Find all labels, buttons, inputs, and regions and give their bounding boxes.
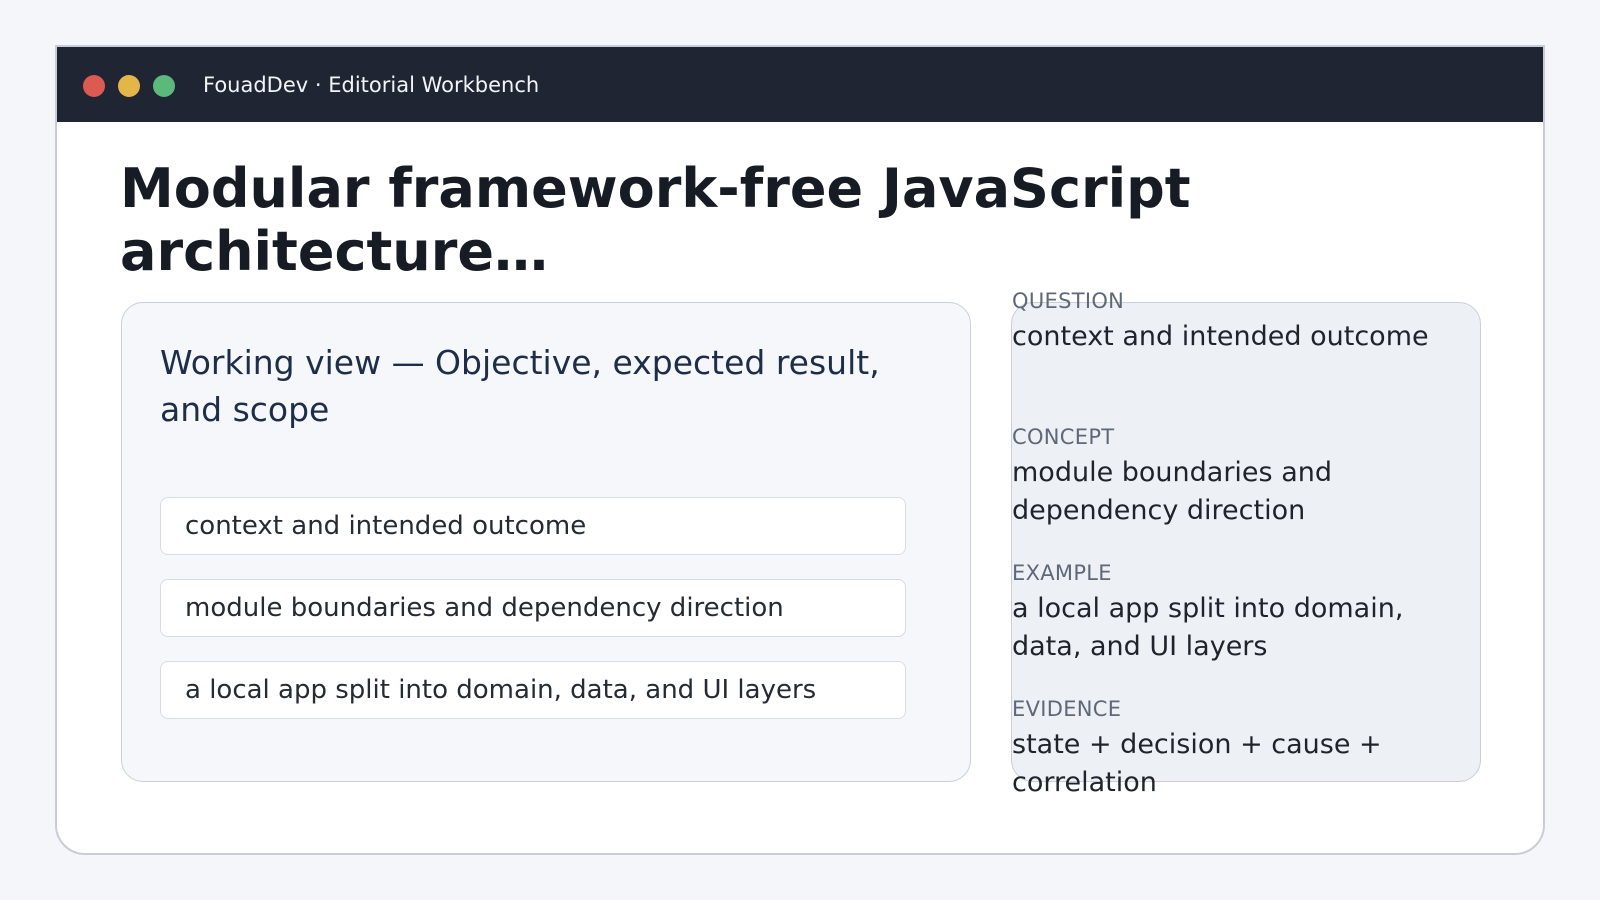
- summary-label: CONCEPT: [1012, 425, 1115, 449]
- maximize-window-button[interactable]: [153, 75, 175, 97]
- working-view-item[interactable]: module boundaries and dependency directi…: [160, 579, 906, 637]
- summary-value: state + decision + cause + correlation: [1012, 729, 1382, 798]
- title-bar: FouadDev · Editorial Workbench: [57, 47, 1543, 122]
- summary-label: EVIDENCE: [1012, 697, 1122, 721]
- summary-item-question: QUESTION context and intended outcome: [1012, 288, 1432, 424]
- working-view-heading: Working view — Objective, expected resul…: [160, 343, 880, 429]
- summary-value: context and intended outcome: [1012, 321, 1429, 352]
- summary-value: a local app split into domain, data, and…: [1012, 593, 1404, 662]
- working-view-card: Working view — Objective, expected resul…: [121, 302, 971, 782]
- summary-list: QUESTION context and intended outcome CO…: [1012, 288, 1432, 832]
- summary-item-evidence: EVIDENCE state + decision + cause + corr…: [1012, 696, 1432, 832]
- summary-value: module boundaries and dependency directi…: [1012, 457, 1332, 526]
- working-view-item[interactable]: context and intended outcome: [160, 497, 906, 555]
- summary-item-example: EXAMPLE a local app split into domain, d…: [1012, 560, 1432, 696]
- summary-item-concept: CONCEPT module boundaries and dependency…: [1012, 424, 1432, 560]
- page-title: Modular framework-free JavaScript archit…: [120, 157, 1191, 283]
- summary-label: QUESTION: [1012, 289, 1125, 313]
- minimize-window-button[interactable]: [118, 75, 140, 97]
- close-window-button[interactable]: [83, 75, 105, 97]
- window-title: FouadDev · Editorial Workbench: [203, 73, 540, 97]
- summary-label: EXAMPLE: [1012, 561, 1112, 585]
- working-view-item[interactable]: a local app split into domain, data, and…: [160, 661, 906, 719]
